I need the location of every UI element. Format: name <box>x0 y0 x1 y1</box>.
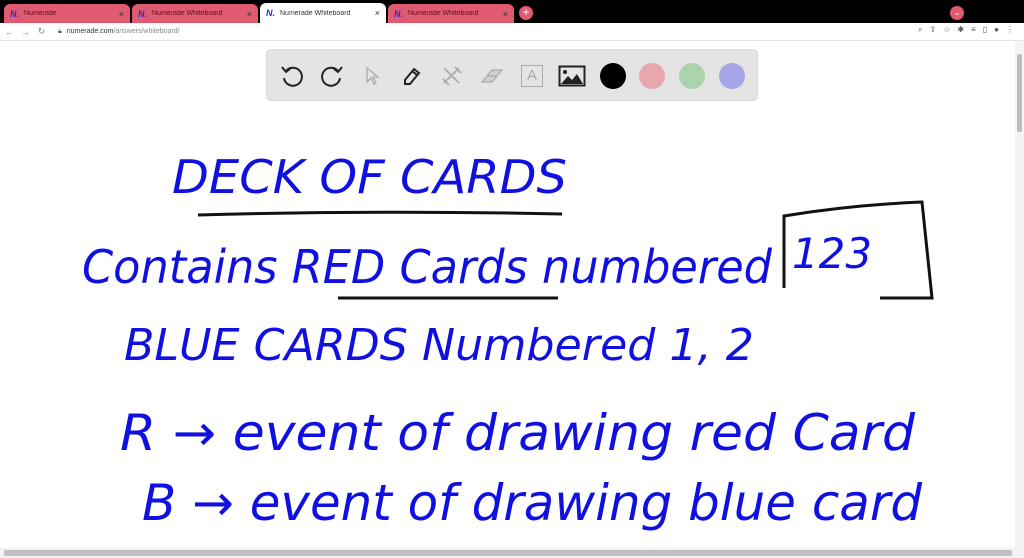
vertical-scroll-thumb[interactable] <box>1017 54 1022 132</box>
close-icon[interactable]: × <box>247 9 252 19</box>
whiteboard-toolbar: A <box>266 49 758 101</box>
numerade-logo-icon: N. <box>10 8 19 19</box>
tab-label: Numerade <box>24 10 57 17</box>
tab-label: Numerade Whiteboard <box>280 9 351 17</box>
tab-bar: N. Numerade × N. Numerade Whiteboard × N… <box>0 0 1024 23</box>
numerade-logo-icon: N. <box>394 8 403 19</box>
zoom-icon[interactable]: ⌕ <box>918 25 922 35</box>
horizontal-scrollbar[interactable] <box>0 548 1024 558</box>
pencil-icon <box>404 67 421 85</box>
close-icon[interactable]: × <box>375 8 380 18</box>
shapes-tool[interactable] <box>438 62 466 90</box>
tools-icon <box>442 66 462 86</box>
image-tool[interactable] <box>558 62 586 90</box>
close-icon[interactable]: × <box>503 9 508 19</box>
new-tab-button[interactable]: + <box>519 6 533 20</box>
image-icon <box>558 65 586 87</box>
menu-icon[interactable]: ⋮ <box>1006 25 1014 35</box>
color-swatch-blue[interactable] <box>719 63 745 89</box>
url-domain: numerade.com <box>66 28 114 35</box>
redo-button[interactable] <box>318 62 346 90</box>
tab-label: Numerade Whiteboard <box>152 10 223 17</box>
back-icon[interactable]: ← <box>3 27 16 37</box>
tab-whiteboard-active[interactable]: N. Numerade Whiteboard × <box>260 3 386 23</box>
cursor-icon <box>366 66 380 85</box>
tab-label: Numerade Whiteboard <box>408 10 479 17</box>
side-panel-icon[interactable]: ▯ <box>983 25 987 35</box>
undo-icon <box>281 66 303 87</box>
color-swatch-black[interactable] <box>600 63 626 89</box>
eraser-icon <box>480 69 504 83</box>
url-path: /answers/whiteboard/ <box>113 28 180 35</box>
extensions-icon[interactable]: ✱ <box>957 25 964 35</box>
text-icon: A <box>521 65 543 87</box>
reading-list-icon[interactable]: ≡ <box>971 25 976 35</box>
whiteboard-canvas[interactable] <box>0 41 1015 548</box>
redo-icon <box>321 66 343 87</box>
vertical-scrollbar[interactable] <box>1015 41 1024 548</box>
eraser-tool[interactable] <box>478 62 506 90</box>
lock-icon[interactable]: 🔒︎ <box>58 28 62 36</box>
address-bar: ← → ↻ 🔒︎ numerade.com/answers/whiteboard… <box>0 23 1024 41</box>
tab-whiteboard-3[interactable]: N. Numerade Whiteboard × <box>388 4 514 23</box>
share-icon[interactable]: ⇪ <box>930 25 937 35</box>
numerade-logo-icon: N. <box>266 8 275 18</box>
tab-search-button[interactable]: ⌄ <box>950 6 964 20</box>
undo-button[interactable] <box>278 62 306 90</box>
select-tool[interactable] <box>358 62 386 90</box>
text-tool[interactable]: A <box>518 62 546 90</box>
color-swatch-red[interactable] <box>639 63 665 89</box>
close-icon[interactable]: × <box>119 9 124 19</box>
color-swatch-green[interactable] <box>679 63 705 89</box>
tab-whiteboard-1[interactable]: N. Numerade Whiteboard × <box>132 4 258 23</box>
reload-icon[interactable]: ↻ <box>35 26 48 37</box>
url-field[interactable]: numerade.com/answers/whiteboard/ <box>67 28 180 35</box>
profile-icon[interactable]: ● <box>994 25 999 35</box>
forward-icon[interactable]: → <box>19 27 32 37</box>
numerade-logo-icon: N. <box>138 8 147 19</box>
pen-tool[interactable] <box>398 62 426 90</box>
star-icon[interactable]: ☆ <box>943 25 950 35</box>
horizontal-scroll-thumb[interactable] <box>4 550 1012 556</box>
tab-numerade[interactable]: N. Numerade × <box>4 4 130 23</box>
